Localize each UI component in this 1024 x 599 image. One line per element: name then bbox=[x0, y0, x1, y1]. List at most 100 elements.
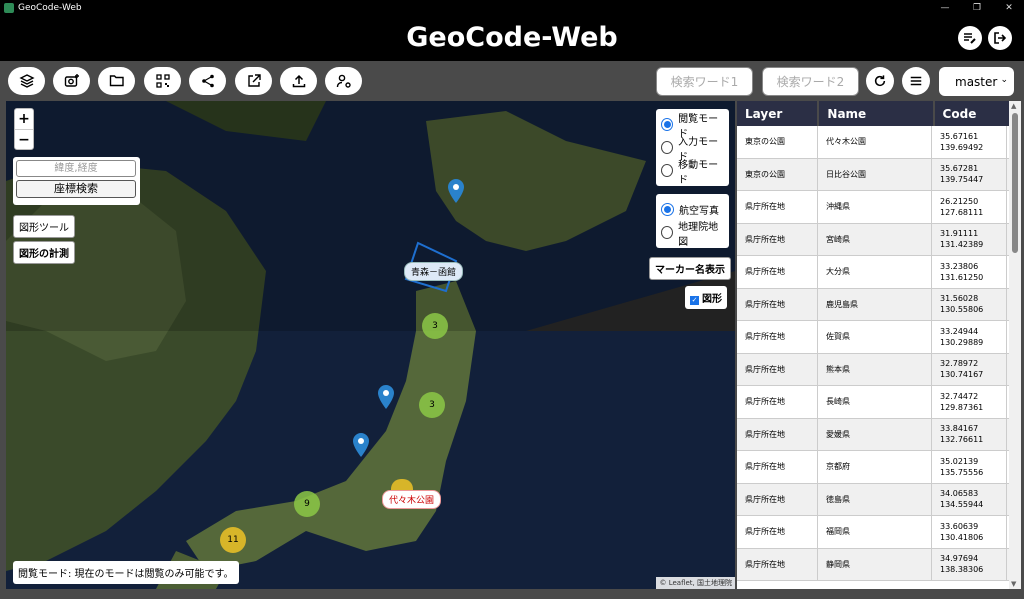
marker-cluster[interactable]: 3 bbox=[419, 392, 445, 418]
map-pin-icon[interactable] bbox=[378, 385, 394, 409]
share-button[interactable] bbox=[189, 67, 226, 95]
table-row[interactable]: 県庁所在地 沖縄県 26.21250 127.68111 bbox=[737, 191, 1009, 224]
map-view[interactable]: + − 緯度,経度 座標検索 図形ツール 図形の計測 閲覧モード 入力モード 移… bbox=[6, 101, 735, 589]
user-settings-button[interactable] bbox=[325, 67, 362, 95]
refresh-button[interactable] bbox=[866, 67, 894, 95]
basemap-gsi-radio[interactable]: 地理院地図 bbox=[661, 221, 724, 248]
map-attribution[interactable]: © Leaflet, 国土地理院 bbox=[656, 577, 735, 589]
radio-empty-icon bbox=[661, 164, 674, 177]
cell-code: 35.67161 139.69492 bbox=[932, 126, 1007, 158]
edit-list-button[interactable] bbox=[958, 26, 982, 50]
map-pin-icon[interactable] bbox=[448, 179, 464, 203]
table-row[interactable]: 県庁所在地 愛媛県 33.84167 132.76611 bbox=[737, 418, 1009, 451]
cell-code: 33.60639 130.41806 bbox=[932, 516, 1007, 548]
marker-names-button[interactable]: マーカー名表示 bbox=[649, 257, 731, 280]
table-row[interactable]: 県庁所在地 宮崎県 31.91111 131.42389 bbox=[737, 223, 1009, 256]
cell-layer: 県庁所在地 bbox=[737, 418, 818, 450]
mode-status-message: 閲覧モード: 現在のモードは閲覧のみ可能です。 bbox=[13, 561, 239, 584]
restore-icon[interactable]: ❐ bbox=[962, 0, 992, 16]
shape-toggle[interactable]: ✓ 図形 bbox=[685, 286, 727, 309]
zoom-out-button[interactable]: − bbox=[15, 129, 33, 149]
cell-code: 32.78972 130.74167 bbox=[932, 353, 1007, 385]
cell-name: 静岡県 bbox=[818, 548, 932, 580]
qr-code-button[interactable] bbox=[144, 67, 181, 95]
marker-cluster[interactable]: 11 bbox=[220, 527, 246, 553]
list-menu-button[interactable] bbox=[902, 67, 930, 95]
cell-code: 35.02139 135.75556 bbox=[932, 451, 1007, 483]
cell-code: 26.21250 127.68111 bbox=[932, 191, 1007, 223]
map-pin-icon[interactable] bbox=[353, 433, 369, 457]
scroll-down-icon[interactable]: ▼ bbox=[1011, 580, 1016, 588]
logout-button[interactable] bbox=[988, 26, 1012, 50]
cell-code-lat: 33.84167 bbox=[940, 424, 979, 434]
cell-code: 33.23806 131.61250 bbox=[932, 256, 1007, 288]
layers-button[interactable] bbox=[8, 67, 45, 95]
layers-icon bbox=[18, 74, 35, 88]
shape-tools-button[interactable]: 図形ツール bbox=[13, 215, 75, 238]
page-title: GeoCode-Web bbox=[406, 22, 618, 53]
basemap-selector: 航空写真 地理院地図 bbox=[656, 194, 729, 248]
cell-name: 熊本県 bbox=[818, 353, 932, 385]
upload-icon bbox=[292, 74, 305, 88]
branch-select[interactable]: master ⌄ bbox=[939, 67, 1014, 96]
cell-name: 福岡県 bbox=[818, 516, 932, 548]
add-photo-button[interactable] bbox=[53, 67, 90, 95]
open-external-button[interactable] bbox=[235, 67, 272, 95]
table-row[interactable]: 県庁所在地 熊本県 32.78972 130.74167 bbox=[737, 353, 1009, 386]
table-row[interactable]: 県庁所在地 静岡県 34.97694 138.38306 bbox=[737, 548, 1009, 581]
external-link-icon bbox=[247, 74, 261, 87]
table-row[interactable]: 県庁所在地 京都府 35.02139 135.75556 bbox=[737, 451, 1009, 484]
open-folder-button[interactable] bbox=[98, 67, 135, 95]
mode-move-radio[interactable]: 移動モード bbox=[661, 159, 724, 186]
marker-cluster[interactable]: 3 bbox=[422, 313, 448, 339]
table-row[interactable]: 県庁所在地 福岡県 33.60639 130.41806 bbox=[737, 516, 1009, 549]
radio-empty-icon bbox=[661, 226, 674, 239]
cell-name: 愛媛県 bbox=[818, 418, 932, 450]
table-body: 東京の公園 代々木公園 35.67161 139.69492 東京の公園 日比谷公園 35.… bbox=[737, 126, 1009, 581]
radio-selected-icon bbox=[661, 118, 674, 131]
cell-code-lat: 35.67281 bbox=[940, 164, 979, 174]
cell-name: 宮崎県 bbox=[818, 223, 932, 255]
table-scrollbar[interactable]: ▲ ▼ bbox=[1009, 101, 1021, 589]
branch-select-value: master bbox=[955, 74, 998, 89]
cell-name: 京都府 bbox=[818, 451, 932, 483]
cell-code-lng: 138.38306 bbox=[940, 565, 984, 575]
app-icon bbox=[4, 3, 14, 13]
search-word-2-input[interactable]: 検索ワード2 bbox=[762, 67, 859, 96]
coordinate-search-button[interactable]: 座標検索 bbox=[16, 180, 136, 198]
marker-cluster[interactable]: 9 bbox=[294, 491, 320, 517]
marker-name-label: 代々木公園 bbox=[382, 490, 442, 509]
scrollbar-thumb[interactable] bbox=[1012, 113, 1018, 253]
table-row[interactable]: 県庁所在地 長崎県 32.74472 129.87361 bbox=[737, 386, 1009, 419]
mode-selector: 閲覧モード 入力モード 移動モード bbox=[656, 109, 729, 186]
cell-layer: 県庁所在地 bbox=[737, 191, 818, 223]
coordinate-input[interactable]: 緯度,経度 bbox=[16, 160, 136, 177]
table-row[interactable]: 東京の公園 日比谷公園 35.67281 139.75447 bbox=[737, 158, 1009, 191]
table-row[interactable]: 県庁所在地 佐賀県 33.24944 130.29889 bbox=[737, 321, 1009, 354]
shape-measure-button[interactable]: 図形の計測 bbox=[13, 241, 75, 264]
cell-code-lat: 34.97694 bbox=[940, 554, 979, 564]
minimize-icon[interactable]: — bbox=[930, 0, 960, 16]
cell-layer: 県庁所在地 bbox=[737, 256, 818, 288]
cell-code-lng: 139.69492 bbox=[940, 142, 984, 152]
table-row[interactable]: 県庁所在地 鹿児島県 31.56028 130.55806 bbox=[737, 288, 1009, 321]
share-icon bbox=[201, 74, 214, 88]
column-header-name[interactable]: Name bbox=[819, 101, 933, 126]
folder-open-icon bbox=[109, 75, 124, 87]
upload-button[interactable] bbox=[280, 67, 317, 95]
column-header-code[interactable]: Code bbox=[934, 101, 1009, 126]
search-word-1-input[interactable]: 検索ワード1 bbox=[656, 67, 753, 96]
cell-layer: 東京の公園 bbox=[737, 158, 818, 190]
cell-name: 徳島県 bbox=[818, 483, 932, 515]
column-header-layer[interactable]: Layer bbox=[737, 101, 818, 126]
zoom-in-button[interactable]: + bbox=[15, 109, 33, 129]
cell-code-lat: 33.23806 bbox=[940, 261, 979, 271]
table-row[interactable]: 県庁所在地 徳島県 34.06583 134.55944 bbox=[737, 483, 1009, 516]
table-row[interactable]: 県庁所在地 大分県 33.23806 131.61250 bbox=[737, 256, 1009, 289]
cell-layer: 県庁所在地 bbox=[737, 516, 818, 548]
scroll-up-icon[interactable]: ▲ bbox=[1011, 102, 1016, 110]
cell-name: 長崎県 bbox=[818, 386, 932, 418]
table-row[interactable]: 東京の公園 代々木公園 35.67161 139.69492 bbox=[737, 126, 1009, 159]
close-icon[interactable]: ✕ bbox=[994, 0, 1024, 16]
edit-list-icon bbox=[964, 33, 976, 44]
